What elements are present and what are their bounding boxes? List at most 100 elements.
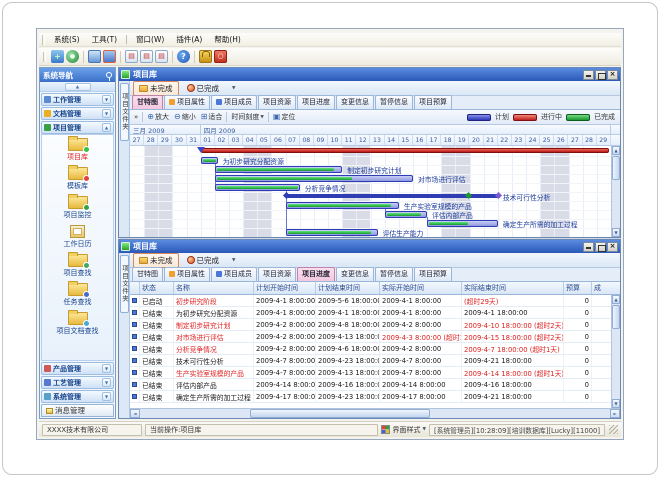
- subtab-项目成员[interactable]: 项目成员: [211, 95, 257, 109]
- menu-system[interactable]: 系统(S): [48, 33, 86, 46]
- column-header-计划结束时间[interactable]: 计划结束时间: [316, 282, 380, 294]
- scrollbar-thumb[interactable]: [612, 156, 620, 180]
- gantt-task-bar[interactable]: [215, 166, 342, 173]
- subtab-项目资源[interactable]: 项目资源: [258, 95, 296, 109]
- column-header-预算[interactable]: 预算: [564, 282, 592, 294]
- scroll-right-icon[interactable]: ►: [610, 409, 620, 418]
- sidebar-group-项目管理[interactable]: 项目管理▲: [41, 121, 114, 134]
- subtab-项目属性[interactable]: 项目属性: [164, 95, 210, 109]
- gantt-task-bar[interactable]: [286, 229, 378, 236]
- gantt-task-bar[interactable]: [215, 184, 300, 191]
- chevron-down-icon[interactable]: ▼: [102, 109, 111, 118]
- chevron-down-icon[interactable]: ▼: [102, 392, 111, 401]
- sidebar-group-文档管理[interactable]: 文档管理▼: [41, 107, 114, 120]
- sidebar-item-工作日历[interactable]: 工作日历: [42, 225, 113, 254]
- doc-check-icon[interactable]: ▤: [140, 50, 153, 63]
- table-window-titlebar[interactable]: 项目库 ×: [119, 240, 620, 253]
- tab-已完成[interactable]: 已完成: [181, 253, 226, 268]
- exit-icon[interactable]: ○: [214, 50, 227, 63]
- menu-plugins[interactable]: 插件(A): [170, 33, 208, 46]
- table-row[interactable]: 已结束制定初步研究计划2009-4-2 8:00:002009-4-8 18:0…: [130, 319, 611, 331]
- table-horizontal-scrollbar[interactable]: ◄ ►: [130, 408, 620, 418]
- scroll-down-icon[interactable]: ▼: [612, 228, 620, 237]
- sidebar-item-项目库[interactable]: 项目库: [42, 138, 113, 167]
- pin-icon[interactable]: [106, 72, 112, 78]
- sidebar-item-项目监控[interactable]: 项目监控: [42, 196, 113, 225]
- sidebar-item-项目文档查找[interactable]: 项目文档查找: [42, 312, 113, 341]
- sidebar-group-工艺管理[interactable]: 工艺管理▼: [41, 376, 114, 389]
- chevron-up-icon[interactable]: ▲: [102, 123, 111, 132]
- column-header-实际结束时间[interactable]: 实际结束时间: [462, 282, 564, 294]
- subtab-项目进度[interactable]: 项目进度: [297, 95, 335, 109]
- zoom-out-button[interactable]: ⊖缩小: [173, 112, 197, 122]
- scrollbar-thumb[interactable]: [612, 305, 620, 329]
- gantt-task-bar[interactable]: [201, 157, 218, 164]
- gantt-task-bar[interactable]: [427, 220, 498, 227]
- table-row[interactable]: 已结束生产实验室规模的产品2009-4-7 8:00:002009-4-13 1…: [130, 367, 611, 379]
- subtab-暂停信息[interactable]: 暂停信息: [375, 267, 413, 281]
- scroll-down-icon[interactable]: ▼: [612, 399, 620, 408]
- gantt-canvas[interactable]: 为初步研究分配资源制定初步研究计划对市场进行评估分析竞争情况技术可行性分析生产实…: [130, 146, 611, 237]
- subtab-变更信息[interactable]: 变更信息: [336, 267, 374, 281]
- chevron-down-icon[interactable]: ▼: [102, 364, 111, 373]
- gantt-window-titlebar[interactable]: 项目库 ×: [119, 68, 620, 81]
- resize-grip[interactable]: [609, 425, 618, 434]
- gantt-task-bar[interactable]: [215, 175, 413, 182]
- project-folder-vertical-tab[interactable]: 项目文件夹: [120, 83, 129, 141]
- menubar-grip[interactable]: [42, 35, 45, 45]
- globe-icon[interactable]: ●: [66, 50, 79, 63]
- column-header-计划开始时间[interactable]: 计划开始时间: [254, 282, 316, 294]
- sidebar-group-系统管理[interactable]: 系统管理▼: [41, 390, 114, 403]
- scroll-left-icon[interactable]: ◄: [130, 409, 140, 418]
- subtab-项目预算[interactable]: 项目预算: [414, 95, 452, 109]
- subtab-甘特图[interactable]: 甘特图: [132, 95, 163, 109]
- fit-button[interactable]: ⊞适合: [200, 112, 224, 122]
- sidebar-group-工作管理[interactable]: 工作管理▼: [41, 93, 114, 106]
- subtab-项目属性[interactable]: 项目属性: [164, 267, 210, 281]
- column-header-gutter[interactable]: [130, 282, 140, 294]
- collapse-button[interactable]: ▲: [65, 83, 91, 91]
- sidebar-item-模板库[interactable]: 模板库: [42, 167, 113, 196]
- subtab-项目资源[interactable]: 项目资源: [258, 267, 296, 281]
- tab-未完成[interactable]: 未完成: [133, 81, 179, 96]
- zoom-in-button[interactable]: ⊕放大: [146, 112, 170, 122]
- table-vertical-scrollbar[interactable]: ▲ ▼: [611, 295, 620, 408]
- project-folder-vertical-tab[interactable]: 项目文件夹: [120, 255, 129, 313]
- sidebar-tab-messages[interactable]: 消息管理: [41, 404, 114, 417]
- save-icon[interactable]: [103, 50, 116, 63]
- doc-export-icon[interactable]: ▤: [125, 50, 138, 63]
- close-button[interactable]: ×: [607, 70, 618, 80]
- timeline-marker-icon[interactable]: [197, 147, 205, 153]
- scroll-up-icon[interactable]: ▲: [612, 146, 620, 155]
- gantt-vertical-scrollbar[interactable]: ▲ ▼: [611, 146, 620, 237]
- locate-button[interactable]: ▣定位: [272, 112, 297, 122]
- table-row[interactable]: 已结束技术可行性分析2009-4-7 8:00:002009-4-23 18:0…: [130, 355, 611, 367]
- scroll-up-icon[interactable]: ▲: [612, 295, 620, 304]
- table-row[interactable]: 已结束分析竞争情况2009-4-2 8:00:002009-4-6 18:00:…: [130, 343, 611, 355]
- subtab-变更信息[interactable]: 变更信息: [336, 95, 374, 109]
- subtab-甘特图[interactable]: 甘特图: [132, 267, 163, 281]
- more-button[interactable]: »: [133, 113, 139, 121]
- gantt-task-bar[interactable]: [385, 211, 427, 218]
- table-row[interactable]: 已启动初步研究阶段2009-4-1 8:00:002009-5-6 18:00:…: [130, 295, 611, 307]
- subtab-项目成员[interactable]: 项目成员: [211, 267, 257, 281]
- menu-window[interactable]: 窗口(W): [130, 33, 170, 46]
- column-header-名称[interactable]: 名称: [174, 282, 254, 294]
- tab-已完成[interactable]: 已完成: [181, 81, 226, 96]
- chevron-down-icon[interactable]: ▼: [102, 95, 111, 104]
- gantt-project-bar[interactable]: [201, 148, 609, 153]
- gantt-task-bar[interactable]: [286, 202, 399, 209]
- column-header-成[interactable]: 成: [592, 282, 620, 294]
- lock-icon[interactable]: [199, 50, 212, 63]
- subtab-项目预算[interactable]: 项目预算: [414, 267, 452, 281]
- sidebar-item-项目查找[interactable]: 项目查找: [42, 254, 113, 283]
- chevron-down-icon[interactable]: ▼: [232, 258, 235, 263]
- table-row[interactable]: 已结束为初步研究分配资源2009-4-1 8:00:002009-4-1 18:…: [130, 307, 611, 319]
- column-header-实际开始时间[interactable]: 实际开始时间: [380, 282, 462, 294]
- close-button[interactable]: ×: [607, 242, 618, 252]
- timescale-button[interactable]: 时间刻度▼: [230, 112, 264, 122]
- menu-tools[interactable]: 工具(T): [86, 33, 123, 46]
- table-row[interactable]: 已结束确定生产所需的加工过程2009-4-17 8:00:002009-4-23…: [130, 391, 611, 403]
- sidebar-item-任务查找[interactable]: 任务查找: [42, 283, 113, 312]
- folder-open-icon[interactable]: [88, 50, 101, 63]
